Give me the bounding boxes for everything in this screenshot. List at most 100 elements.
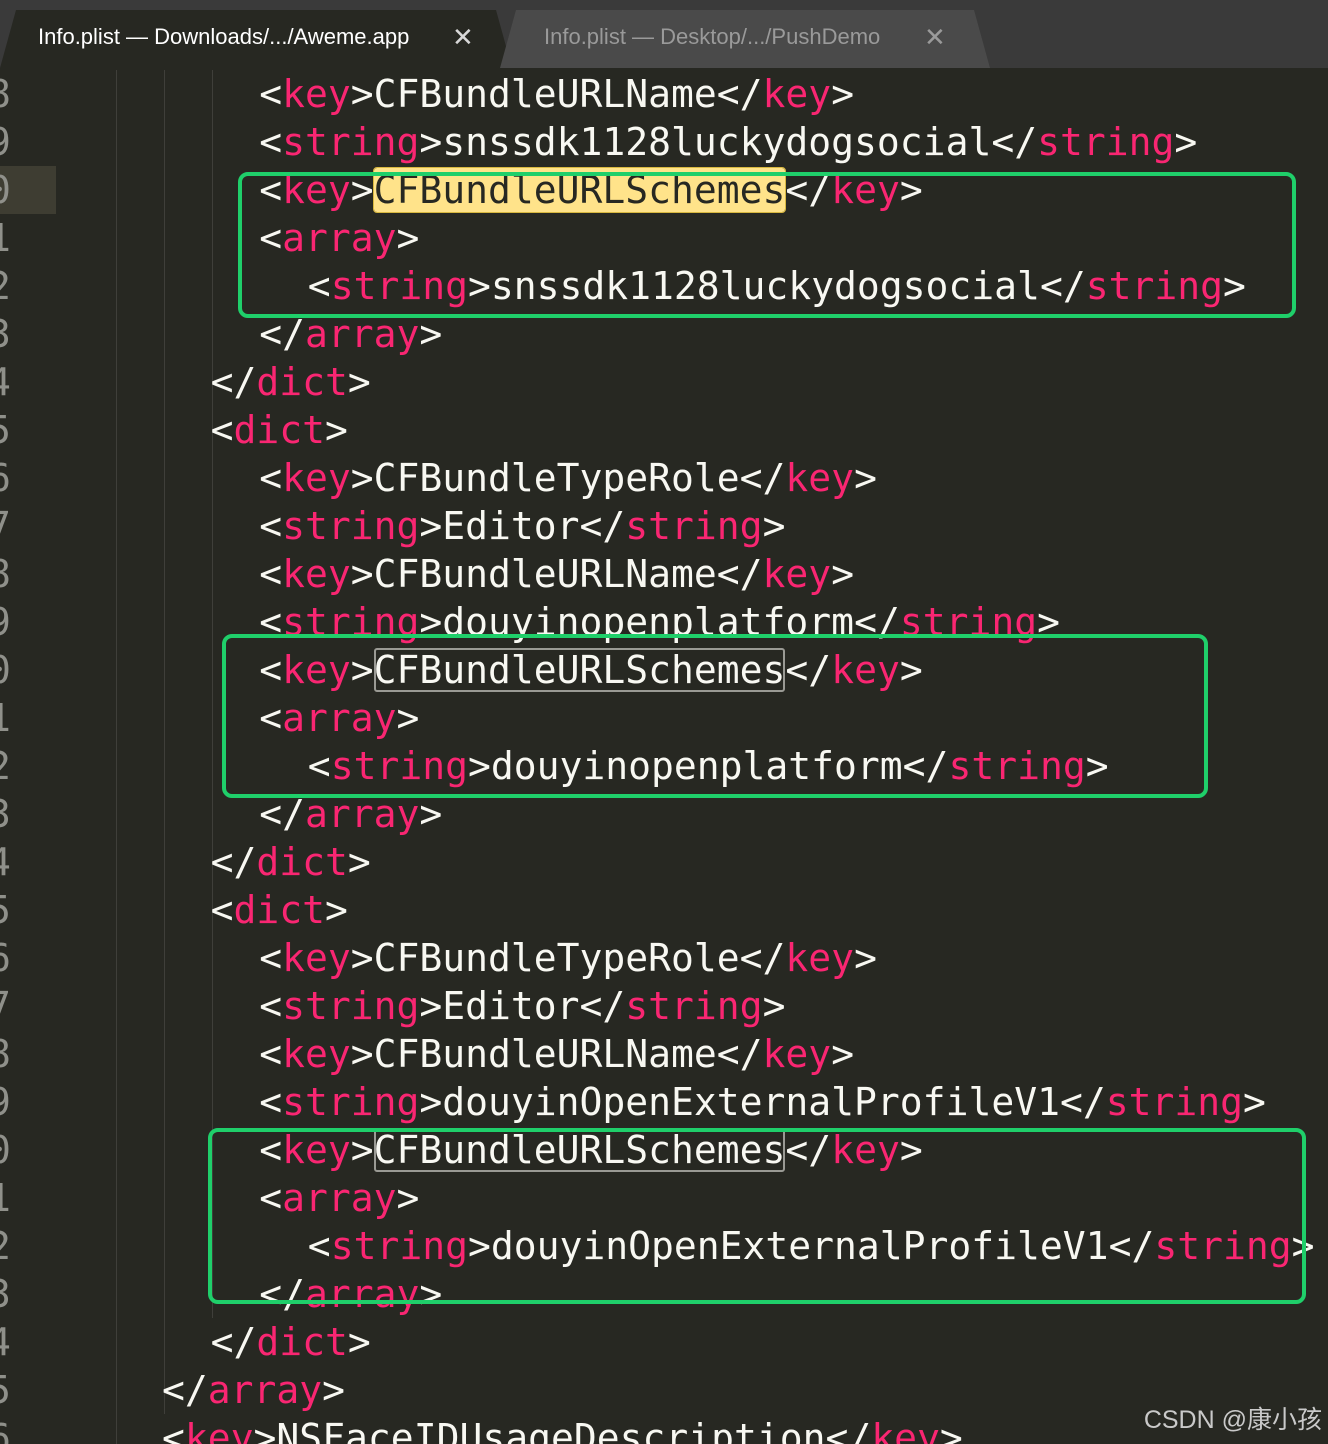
code-line[interactable]: <string>Editor</string>: [0, 982, 1328, 1030]
code-text: <string>Editor</string>: [259, 982, 785, 1030]
tag-bracket: >: [854, 456, 877, 500]
tag-bracket: >: [347, 840, 371, 884]
tag-name: dict: [256, 1320, 348, 1364]
tag-bracket: >: [350, 936, 374, 980]
tag-bracket: </: [579, 984, 626, 1028]
tag-bracket: <: [210, 408, 234, 452]
tag-bracket: </: [716, 72, 763, 116]
tag-bracket: <: [259, 72, 283, 116]
tag-bracket: </: [259, 312, 305, 356]
tag-name: dict: [256, 360, 348, 404]
code-line[interactable]: </array>: [0, 1366, 1328, 1414]
code-line[interactable]: <string>Editor</string>: [0, 502, 1328, 550]
tag-bracket: </: [716, 552, 763, 596]
tag-name: key: [871, 1416, 940, 1444]
annotation-box: [238, 172, 1296, 318]
tag-bracket: </: [162, 1368, 208, 1412]
tag-name: string: [282, 1080, 420, 1124]
tag-name: array: [304, 312, 420, 356]
code-editor[interactable]: 8<key>CFBundleURLName</key>9<string>snss…: [0, 68, 1328, 1444]
tag-name: string: [1037, 120, 1175, 164]
tag-bracket: >: [762, 984, 786, 1028]
code-text: </dict>: [211, 838, 371, 886]
tag-bracket: <: [162, 1416, 185, 1444]
tag-bracket: >: [831, 552, 855, 596]
tag-bracket: >: [419, 504, 443, 548]
code-text: <key>CFBundleURLName</key>: [259, 70, 854, 118]
code-text: <string>douyinOpenExternalProfileV1</str…: [259, 1078, 1266, 1126]
code-line[interactable]: <key>CFBundleURLName</key>: [0, 550, 1328, 598]
tag-bracket: >: [325, 888, 348, 932]
tag-name: dict: [233, 408, 325, 452]
tag-name: array: [207, 1368, 323, 1412]
tag-name: key: [785, 936, 855, 980]
close-icon[interactable]: ✕: [452, 22, 474, 53]
annotation-box: [222, 634, 1208, 798]
code-text: <key>CFBundleTypeRole</key>: [259, 454, 877, 502]
tag-name: key: [282, 936, 351, 980]
tag-value: snssdk1128luckydogsocial: [442, 120, 992, 164]
code-line[interactable]: <key>CFBundleTypeRole</key>: [0, 454, 1328, 502]
tab-label: Info.plist — Desktop/.../PushDemo: [544, 24, 881, 49]
code-line[interactable]: <key>CFBundleTypeRole</key>: [0, 934, 1328, 982]
code-text: </dict>: [211, 358, 371, 406]
tag-name: key: [762, 552, 832, 596]
tag-name: key: [282, 552, 351, 596]
watermark: CSDN @康小孩: [1143, 1406, 1322, 1434]
tag-bracket: >: [854, 936, 877, 980]
tag-bracket: >: [253, 1416, 277, 1444]
code-line[interactable]: </dict>: [0, 1318, 1328, 1366]
close-icon[interactable]: ✕: [924, 22, 946, 53]
tag-bracket: >: [322, 1368, 346, 1412]
tag-bracket: <: [259, 120, 283, 164]
code-line[interactable]: <dict>: [0, 886, 1328, 934]
tag-bracket: <: [259, 1032, 283, 1076]
tag-name: string: [282, 120, 420, 164]
tab-label: Info.plist — Downloads/.../Aweme.app: [38, 24, 410, 49]
tag-bracket: </: [739, 936, 786, 980]
tag-bracket: >: [419, 312, 443, 356]
tag-bracket: <: [259, 456, 283, 500]
tab-bar: Info.plist — Downloads/.../Aweme.app ✕ I…: [0, 0, 1328, 68]
tag-name: key: [184, 1416, 254, 1444]
code-line[interactable]: <dict>: [0, 406, 1328, 454]
tag-name: string: [625, 504, 763, 548]
code-line[interactable]: </dict>: [0, 838, 1328, 886]
tag-bracket: >: [325, 408, 348, 452]
code-line[interactable]: <string>snssdk1128luckydogsocial</string…: [0, 118, 1328, 166]
tab-info-plist-aweme[interactable]: Info.plist — Downloads/.../Aweme.app ✕: [0, 10, 512, 68]
tag-value: NSFaceIDUsageDescription: [276, 1416, 826, 1444]
code-text: <dict>: [211, 886, 348, 934]
tag-bracket: >: [419, 792, 443, 836]
tag-bracket: <: [259, 1080, 283, 1124]
tag-name: key: [282, 72, 351, 116]
tag-bracket: >: [347, 360, 371, 404]
tag-bracket: </: [210, 840, 257, 884]
code-line[interactable]: <key>NSFaceIDUsageDescription</key>: [0, 1414, 1328, 1444]
tag-value: CFBundleURLName: [373, 552, 717, 596]
tag-bracket: >: [350, 552, 374, 596]
tag-bracket: >: [350, 456, 374, 500]
tag-name: string: [1105, 1080, 1244, 1124]
tag-bracket: <: [259, 936, 283, 980]
code-line[interactable]: <key>CFBundleURLName</key>: [0, 1030, 1328, 1078]
tag-bracket: </: [210, 360, 257, 404]
tag-value: Editor: [442, 984, 580, 1028]
tag-name: string: [282, 504, 420, 548]
code-line[interactable]: <string>douyinOpenExternalProfileV1</str…: [0, 1078, 1328, 1126]
tab-info-plist-pushdemo[interactable]: Info.plist — Desktop/.../PushDemo ✕: [500, 10, 990, 68]
tag-value: CFBundleURLName: [373, 72, 717, 116]
tag-bracket: >: [831, 1032, 855, 1076]
code-line[interactable]: </dict>: [0, 358, 1328, 406]
tag-bracket: >: [1243, 1080, 1266, 1124]
tag-name: dict: [256, 840, 348, 884]
tag-bracket: </: [579, 504, 626, 548]
code-line[interactable]: <key>CFBundleURLName</key>: [0, 70, 1328, 118]
tag-name: key: [785, 456, 855, 500]
tag-bracket: <: [259, 552, 283, 596]
tag-bracket: >: [939, 1416, 963, 1444]
tag-bracket: </: [739, 456, 786, 500]
tag-bracket: </: [991, 120, 1038, 164]
tag-name: string: [282, 984, 420, 1028]
code-text: <string>Editor</string>: [259, 502, 785, 550]
